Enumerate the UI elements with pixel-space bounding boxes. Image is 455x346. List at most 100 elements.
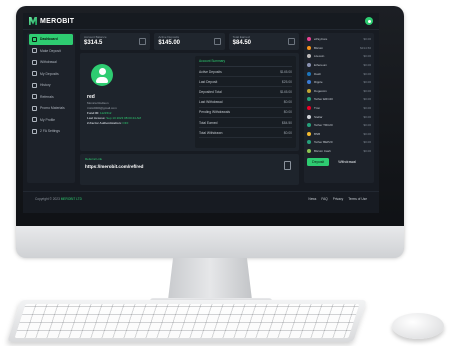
shield-icon [32, 128, 37, 134]
brand-logo[interactable]: MEROBIT [29, 17, 74, 25]
summary-row: Last Deposit $25.00 [199, 77, 292, 88]
sidebar-item-promo-materials[interactable]: Promo Materials [29, 103, 73, 114]
wallet-row: Ripple $0.00 [307, 78, 371, 87]
deposit-icon [32, 48, 37, 54]
two-factor-status: 2-Factor Authentication: OFF [87, 121, 129, 125]
wallet-row: Tether ERC20 $0.00 [307, 95, 371, 104]
bnb-icon [307, 131, 311, 136]
bitcoin-cash-icon [307, 149, 311, 154]
wallet-row: Bitcoin Cash $0.00 [307, 147, 371, 156]
copyright: Copyright © 2023 MEROBIT LTD [35, 197, 82, 201]
monitor-chin [16, 226, 404, 258]
main-content: Account Balance $314.5 Active Deposits $… [80, 33, 299, 185]
profile-icon [32, 117, 37, 123]
summary-row: Total Earned $84.50 [199, 118, 292, 129]
dogecoin-icon [307, 88, 311, 93]
referral-box: Referral Link https://merobit.com/ref/re… [80, 154, 299, 185]
account-panel: red Monica Rodison tmitc2000@gmail.com F… [80, 53, 299, 151]
keyboard [7, 300, 367, 342]
wallet-row: Litecoin $0.00 [307, 52, 371, 61]
dash-icon [307, 71, 311, 76]
sidebar-item-referrals[interactable]: Referrals [29, 92, 73, 103]
username: red [87, 94, 95, 100]
stat-label: Active Deposits [158, 35, 180, 39]
wallet-row: Tether BEP20 $0.00 [307, 138, 371, 147]
stat-card-total-earned: Total Earned $84.50 [228, 33, 299, 50]
stat-value: $314.5 [84, 40, 103, 46]
ethereum-icon [307, 63, 311, 68]
footer-link-faq[interactable]: FAQ [321, 197, 327, 201]
sidebar-item-history[interactable]: History [29, 80, 73, 91]
wallet-row: Tether TRC20 $0.00 [307, 121, 371, 130]
stat-value: $84.50 [232, 40, 252, 46]
wallet-row: Tron $0.00 [307, 104, 371, 113]
bitcoin-icon [307, 45, 311, 50]
monitor-stand [168, 258, 252, 300]
wallet-row: BNB $0.00 [307, 130, 371, 139]
footer-link-privacy[interactable]: Privacy [333, 197, 343, 201]
deposit-icon [213, 38, 221, 45]
footer-link-news[interactable]: News [308, 197, 316, 201]
wallet-row: Dash $0.00 [307, 69, 371, 78]
tether-icon [307, 140, 311, 145]
tether-icon [307, 123, 311, 128]
sidebar-item-withdrawal[interactable]: Withdrawal [29, 57, 73, 68]
stat-value: $145.00 [158, 40, 181, 46]
full-name: Monica Rodison [87, 101, 109, 105]
fund-id: Fund ID: 1121512 [87, 111, 112, 115]
top-bar: MEROBIT [23, 13, 379, 30]
tron-icon [307, 106, 311, 111]
wallet-row: Bitcoin $314.50 [307, 44, 371, 53]
sidebar-item-make-deposit[interactable]: Make Deposit [29, 46, 73, 57]
stat-label: Total Earned [232, 35, 250, 39]
withdrawal-icon [32, 59, 37, 65]
profile-block: red Monica Rodison tmitc2000@gmail.com F… [83, 56, 191, 148]
dashboard-icon [32, 36, 37, 42]
ripple-icon [307, 80, 311, 85]
epaycore-icon [307, 37, 311, 42]
litecoin-icon [307, 54, 311, 59]
withdrawal-button[interactable]: Withdrawal [333, 158, 361, 166]
brand-name: MEROBIT [40, 17, 75, 25]
last-access: Last Access: Sep 10 2023 08:00:44 AM [87, 116, 141, 120]
sidebar-item-my-deposits[interactable]: My Deposits [29, 69, 73, 80]
mouse [392, 313, 444, 339]
deposit-button[interactable]: Deposit [307, 158, 330, 167]
stat-card-balance: Account Balance $314.5 [80, 33, 151, 50]
sidebar-item-dashboard[interactable]: Dashboard [29, 34, 73, 45]
footer: Copyright © 2023 MEROBIT LTD News FAQ Pr… [23, 191, 379, 206]
referral-label: Referral Link [85, 157, 103, 161]
history-icon [32, 82, 37, 88]
user-avatar-icon[interactable] [365, 17, 373, 25]
deposits-icon [32, 71, 37, 77]
copy-icon[interactable] [284, 161, 291, 170]
screen: MEROBIT Dashboard Make Deposit Withdrawa… [23, 13, 379, 213]
footer-link-terms[interactable]: Terms of Use [348, 197, 367, 201]
promo-icon [32, 105, 37, 111]
account-summary: Account Summary Active Deposits $145.00 L… [195, 56, 296, 148]
sidebar: Dashboard Make Deposit Withdrawal My Dep… [27, 33, 75, 183]
wallet-row: ePayCore $0.00 [307, 35, 371, 44]
avatar [91, 64, 113, 86]
summary-title: Account Summary [199, 59, 292, 67]
referrals-icon [32, 94, 37, 100]
stellar-icon [307, 114, 311, 119]
sidebar-item-my-profile[interactable]: My Profile [29, 115, 73, 126]
stat-label: Account Balance [84, 35, 107, 39]
wallet-row: Stellar $0.00 [307, 112, 371, 121]
summary-row: Last Withdrawal $0.00 [199, 98, 292, 108]
summary-row: Deposited Total $145.00 [199, 87, 292, 98]
wallet-row: Ethereum $0.00 [307, 61, 371, 70]
summary-row: Active Deposits $145.00 [199, 67, 292, 78]
tether-icon [307, 97, 311, 102]
wallet-row: Dogecoin $0.00 [307, 87, 371, 96]
email: tmitc2000@gmail.com [87, 106, 117, 110]
sidebar-item-2fa-settings[interactable]: 2 FA Settings [29, 126, 73, 137]
summary-row: Pending Withdrawals $0.00 [199, 108, 292, 118]
stat-card-active-deposits: Active Deposits $145.00 [154, 33, 225, 50]
referral-url[interactable]: https://merobit.com/ref/red [85, 164, 294, 169]
merobit-logo-icon [29, 17, 37, 25]
summary-row: Total Withdrawn $0.00 [199, 128, 292, 139]
wallet-icon [139, 38, 147, 45]
wallet-balances: ePayCore $0.00 Bitcoin $314.50 Litecoin $0.… [304, 33, 374, 183]
